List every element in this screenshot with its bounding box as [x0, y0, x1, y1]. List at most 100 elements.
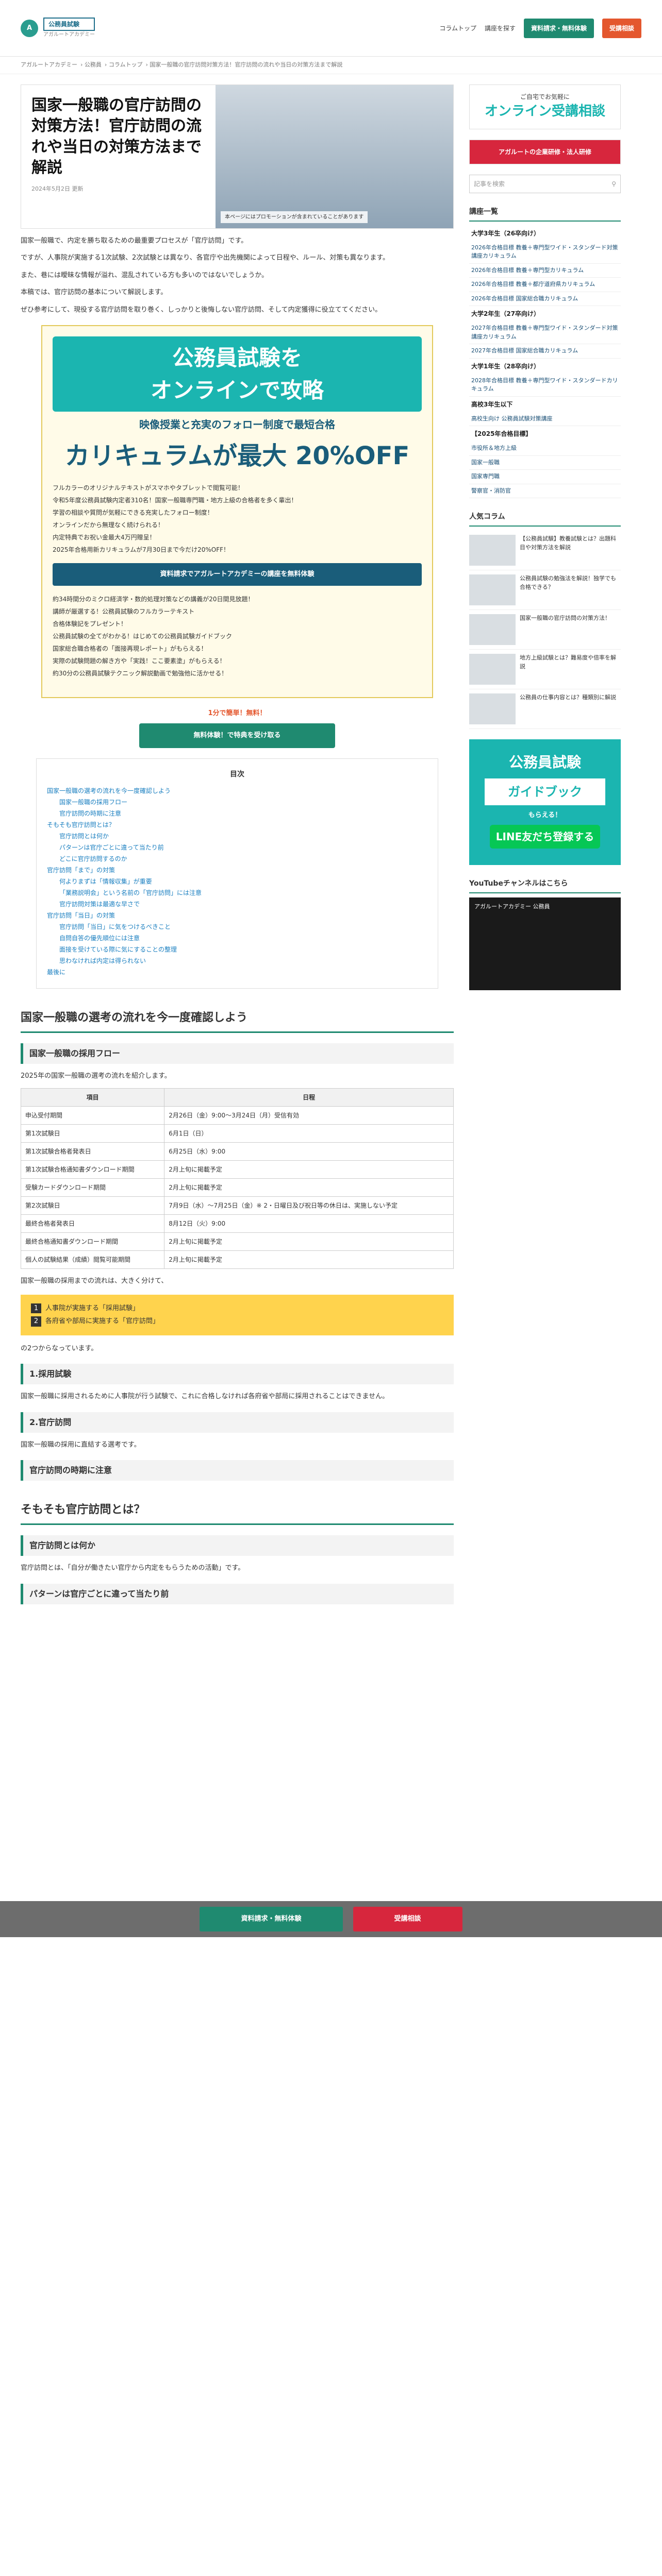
toc-item[interactable]: 官庁訪問「当日」の対策: [47, 910, 427, 921]
panel-item: 国家総合職合格者の「面接再現レポート」がもらえる！: [53, 645, 207, 652]
toc-item[interactable]: どこに官庁訪問するのか: [47, 853, 427, 865]
popular-item[interactable]: 地方上級試験とは？難易度や倍率を解説: [469, 650, 621, 689]
thumbnail: [469, 535, 516, 566]
promo-banner[interactable]: 公務員試験を オンラインで攻略 映像授業と充実のフォロー制度で最短合格 カリキュラ…: [41, 325, 433, 698]
banner-sub: 映像授業と充実のフォロー制度で最短合格: [139, 418, 335, 431]
toc-item[interactable]: 「業務説明会」という名前の「官庁訪問」には注意: [47, 887, 427, 899]
subsection-heading: 2.官庁訪問: [21, 1412, 454, 1433]
bullet: フルカラーのオリジナルテキストがスマホやタブレットで閲覧可能！: [53, 484, 244, 492]
float-brochure-button[interactable]: 資料請求・無料体験: [200, 1907, 343, 1931]
guide-line2: ガイドブック: [485, 778, 605, 805]
brochure-button[interactable]: 資料請求・無料体験: [523, 18, 594, 38]
course-link[interactable]: 2028年合格目標 教養＋専門型ワイド・スタンダードカリキュラム: [469, 374, 621, 397]
intro-paragraph: 本稿では、官庁訪問の基本について解説します。: [21, 289, 168, 296]
table-cell: 6月1日（日）: [164, 1124, 454, 1143]
float-consult-button[interactable]: 受講相談: [353, 1907, 462, 1931]
course-category: 【2025年合格目標】: [471, 430, 532, 437]
toc-item[interactable]: 最後に: [47, 967, 427, 978]
nav-find-course[interactable]: 講座を探す: [485, 24, 516, 33]
table-cell: 個人の試験結果（成績）閲覧可能期間: [20, 1250, 165, 1269]
consult-ad[interactable]: ご自宅でお気軽に オンライン受講相談: [469, 84, 621, 129]
course-link[interactable]: 2026年合格目標 教養＋専門型カリキュラム: [469, 264, 621, 278]
course-link[interactable]: 2027年合格目標 国家総合職カリキュラム: [469, 344, 621, 359]
table-row: 第2次試験日 7月9日（水）～7月25日（金）※ 2・日曜日及び祝日等の休日は、実…: [20, 1196, 454, 1215]
toc-item[interactable]: 官庁訪問対策は最適な早さで: [47, 899, 427, 910]
toc-item[interactable]: 官庁訪問「まで」の対策: [47, 865, 427, 876]
logo-mark-icon: A: [21, 19, 38, 37]
popular-title: 公務員の仕事内容とは？種類別に解説: [520, 694, 616, 701]
table-row: 最終合格通知書ダウンロード期間 2月上旬に掲載予定: [20, 1232, 454, 1251]
toc-item[interactable]: 官庁訪問「当日」に気をつけるべきこと: [47, 921, 427, 933]
course-link[interactable]: 2026年合格目標 教養＋専門型ワイド・スタンダード対策講座カリキュラム: [469, 241, 621, 264]
panel-item: 合格体験記をプレゼント！: [53, 620, 127, 628]
sidebar: ご自宅でお気軽に オンライン受講相談 アガルートの企業研修・法人研修 記事を検索…: [469, 84, 621, 1609]
bullet: オンラインだから無理なく続けられる！: [53, 521, 164, 529]
toc-item[interactable]: 面接を受けている際に気にすることの整理: [47, 944, 427, 955]
intro-paragraph: また、巷には曖昧な情報が溢れ、混乱されている方も多いのではないでしょうか。: [21, 271, 269, 279]
course-link[interactable]: 警察官・消防官: [469, 484, 621, 498]
course-link[interactable]: 2026年合格目標 国家総合職カリキュラム: [469, 292, 621, 306]
table-cell: 2月上旬に掲載予定: [164, 1232, 454, 1251]
line-add-button[interactable]: LINE友だち登録する: [490, 824, 600, 849]
table-row: 第1次試験合格通知書ダウンロード期間 2月上旬に掲載予定: [20, 1160, 454, 1179]
article-title: 国家一般職の官庁訪問の対策方法！官庁訪問の流れや当日の対策方法まで解説: [31, 96, 202, 177]
popular-item[interactable]: 国家一般職の官庁訪問の対策方法！: [469, 610, 621, 650]
top-bar: A 公務員試験 アガルートアカデミー コラムトップ 講座を探す 資料請求・無料体…: [0, 0, 662, 57]
corporate-ad[interactable]: アガルートの企業研修・法人研修: [469, 139, 621, 164]
intro-paragraph: ぜひ参考にして、現役する官庁訪問を取り巻く、しっかりと後悔しない官庁訪問、そして…: [21, 306, 382, 314]
toc-item[interactable]: 思わなければ内定は得られない: [47, 955, 427, 967]
toc-item[interactable]: そもそも官庁訪問とは？: [47, 819, 427, 831]
search-input[interactable]: 記事を検索 ⚲: [469, 174, 621, 193]
guidebook-ad[interactable]: 公務員試験 ガイドブック もらえる！ LINE友だち登録する: [469, 739, 621, 865]
subsection-heading: 官庁訪問とは何か: [21, 1535, 454, 1556]
table-cell: 申込受付期間: [20, 1106, 165, 1125]
toc-item[interactable]: パターンは官庁ごとに違って当たり前: [47, 842, 427, 853]
table-cell: 第1次試験合格通知書ダウンロード期間: [20, 1160, 165, 1179]
article-hero: 国家一般職の官庁訪問の対策方法！官庁訪問の流れや当日の対策方法まで解説 2024…: [21, 84, 454, 229]
table-header: 項目: [20, 1088, 165, 1107]
toc-item[interactable]: 何よりまずは「情報収集」が重要: [47, 876, 427, 887]
popular-item[interactable]: 【公務員試験】教養試験とは？出題科目や対策方法を解説: [469, 531, 621, 570]
site-logo[interactable]: A 公務員試験 アガルートアカデミー: [21, 18, 155, 39]
free-trial-button[interactable]: 無料体験！で特典を受け取る: [139, 723, 335, 748]
toc-item[interactable]: 国家一般職の選考の流れを今一度確認しよう: [47, 785, 427, 796]
subsection-heading: 1.採用試験: [21, 1364, 454, 1384]
banner-bullets: フルカラーのオリジナルテキストがスマホやタブレットで閲覧可能！ 令和5年度公務員…: [53, 482, 422, 556]
toc-item[interactable]: 自問自答の優先順位には注意: [47, 933, 427, 944]
popular-title: 【公務員試験】教養試験とは？出題科目や対策方法を解説: [520, 535, 616, 551]
breadcrumb-item[interactable]: コラムトップ: [109, 61, 143, 68]
course-link[interactable]: 2027年合格目標 教養＋専門型ワイド・スタンダード対策講座カリキュラム: [469, 321, 621, 344]
paragraph: 2025年の国家一般職の選考の流れを紹介します。: [21, 1072, 171, 1080]
toc-item[interactable]: 官庁訪問とは何か: [47, 831, 427, 842]
course-link[interactable]: 国家一般職: [469, 456, 621, 470]
steps-box: 1 人事院が実施する「採用試験」 2 各府省や部局に実施する「官庁訪問」: [21, 1294, 454, 1335]
popular-title: 公務員試験の勉強法を解説！独学でも合格できる？: [520, 575, 616, 590]
table-cell: 6月25日（水）9:00: [164, 1142, 454, 1161]
step-item: 1 人事院が実施する「採用試験」: [31, 1302, 443, 1315]
course-list: 講座一覧 大学3年生（26卒向け） 2026年合格目標 教養＋専門型ワイド・スタン…: [469, 204, 621, 498]
course-category: 大学1年生（28卒向け）: [471, 362, 540, 370]
course-link[interactable]: 市役所＆地方上級: [469, 442, 621, 456]
course-link[interactable]: 国家専門職: [469, 470, 621, 484]
bullet: 令和5年度公務員試験内定者310名！国家一般職専門職・地方上級の合格者を多く輩出…: [53, 497, 297, 504]
popular-item[interactable]: 公務員試験の勉強法を解説！独学でも合格できる？: [469, 570, 621, 610]
thumbnail: [469, 693, 516, 724]
breadcrumb-item[interactable]: 公務員: [85, 61, 102, 68]
course-link[interactable]: 2026年合格目標 教養＋都庁道府県カリキュラム: [469, 278, 621, 292]
toc-item[interactable]: 国家一般職の採用フロー: [47, 796, 427, 808]
section-heading: 国家一般職の選考の流れを今一度確認しよう: [21, 1004, 454, 1033]
popular-item[interactable]: 公務員の仕事内容とは？種類別に解説: [469, 689, 621, 729]
toc-item[interactable]: 官庁訪問の時期に注意: [47, 808, 427, 819]
course-link[interactable]: 高校生向け 公務員試験対策講座: [469, 412, 621, 426]
consult-button[interactable]: 受講相談: [602, 18, 641, 38]
breadcrumb: アガルートアカデミー › 公務員 › コラムトップ › 国家一般職の官庁訪問対策方法！…: [0, 57, 662, 74]
search-icon[interactable]: ⚲: [611, 179, 616, 189]
youtube-title: アガルートアカデミー 公務員: [474, 903, 550, 910]
paragraph: 官庁訪問とは、「自分が働きたい官庁から内定をもらうための活動」です。: [21, 1564, 245, 1572]
nav-column-top[interactable]: コラムトップ: [439, 24, 476, 33]
intro-paragraph: 国家一般職で、内定を勝ち取るための最重要プロセスが「官庁訪問」です。: [21, 236, 248, 245]
youtube-embed[interactable]: アガルートアカデミー 公務員: [469, 897, 621, 990]
step-item: 2 各府省や部局に実施する「官庁訪問」: [31, 1315, 443, 1328]
subsection-heading: 官庁訪問の時期に注意: [21, 1460, 454, 1481]
breadcrumb-item[interactable]: アガルートアカデミー: [21, 61, 77, 68]
